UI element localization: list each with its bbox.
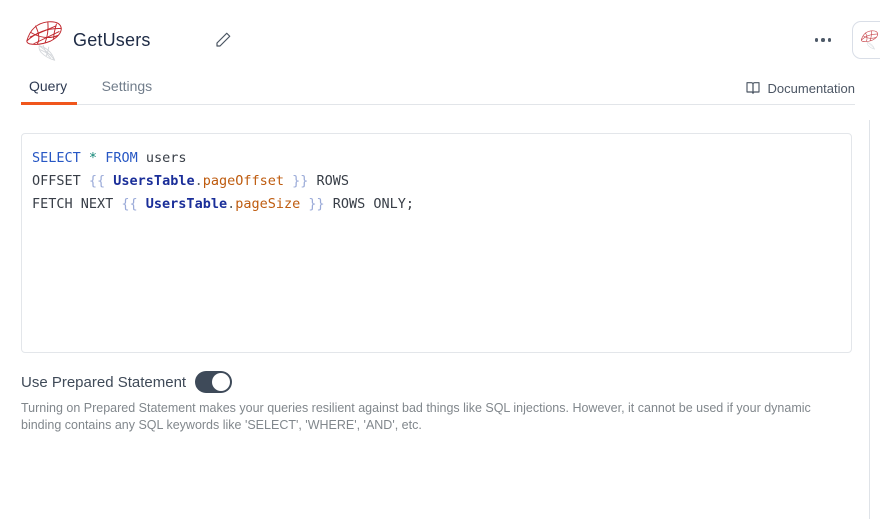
prepared-statement-toggle[interactable] (195, 371, 232, 393)
more-options-button[interactable] (810, 30, 836, 50)
tab-query[interactable]: Query (25, 72, 71, 104)
dot-icon (821, 38, 825, 42)
sql-code-editor[interactable]: SELECT * FROM usersOFFSET {{ UsersTable.… (21, 133, 852, 353)
dot-icon (815, 38, 819, 42)
right-panel-divider (869, 120, 870, 519)
documentation-label: Documentation (768, 81, 855, 96)
query-header: GetUsers (0, 0, 880, 70)
code-lines: SELECT * FROM usersOFFSET {{ UsersTable.… (32, 147, 841, 216)
documentation-link[interactable]: Documentation (745, 80, 855, 96)
prepared-statement-description: Turning on Prepared Statement makes your… (21, 400, 849, 433)
editor-tabbar: Query Settings Documentation (21, 72, 855, 105)
sqlserver-logo-icon (859, 29, 880, 51)
prepared-statement-label: Use Prepared Statement (21, 374, 186, 391)
edit-name-pencil-icon[interactable] (214, 31, 232, 49)
prepared-statement-row: Use Prepared Statement (21, 371, 232, 393)
sqlserver-logo-icon (22, 18, 68, 64)
page-title: GetUsers (73, 30, 151, 51)
toggle-knob (212, 373, 230, 391)
datasource-logo-button[interactable] (852, 21, 880, 59)
open-book-icon (745, 80, 761, 96)
code-line: SELECT * FROM users (32, 147, 841, 170)
dot-icon (828, 38, 832, 42)
code-line: FETCH NEXT {{ UsersTable.pageSize }} ROW… (32, 193, 841, 216)
code-line: OFFSET {{ UsersTable.pageOffset }} ROWS (32, 170, 841, 193)
tab-settings[interactable]: Settings (98, 72, 157, 104)
